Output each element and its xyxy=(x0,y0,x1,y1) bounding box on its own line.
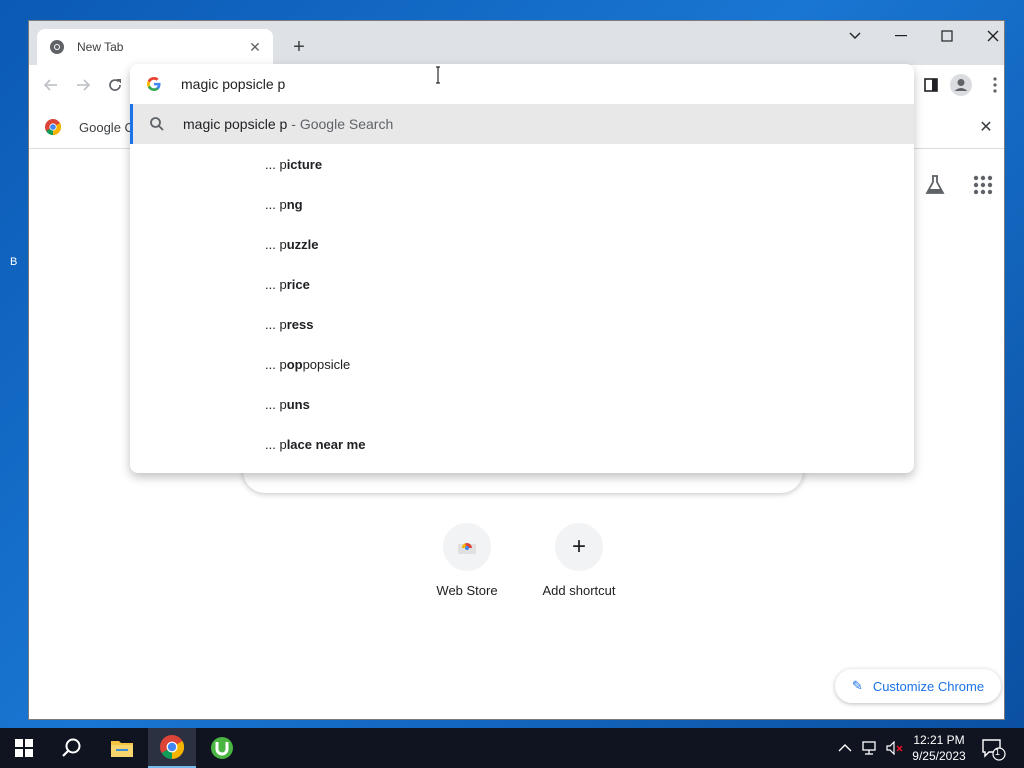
volume-muted-icon[interactable] xyxy=(886,741,904,755)
omnibox-input[interactable] xyxy=(181,76,781,92)
shortcut-web-store[interactable]: Web Store xyxy=(411,523,523,598)
search-icon xyxy=(62,738,81,757)
taskbar: 12:21 PM 9/25/2023 1 xyxy=(0,728,1024,768)
omnibox-dropdown: magic popsicle p - Google Search ... pic… xyxy=(130,64,914,473)
omnibox-input-row xyxy=(130,64,914,104)
omnibox-suggestion[interactable]: ... p ress xyxy=(130,304,914,344)
taskbar-file-explorer[interactable] xyxy=(98,728,146,768)
text-cursor-icon xyxy=(436,66,440,84)
bookmark-label: Google C xyxy=(79,119,134,135)
clock-date: 9/25/2023 xyxy=(912,749,966,763)
add-icon: + xyxy=(555,523,603,571)
search-icon xyxy=(150,117,164,131)
suggestion-completion: ress xyxy=(286,316,314,332)
google-apps-icon[interactable] xyxy=(971,173,995,197)
windows-logo-icon xyxy=(15,739,33,757)
taskbar-utorrent[interactable] xyxy=(198,728,246,768)
close-banner-icon[interactable]: ✕ xyxy=(976,117,996,137)
google-g-icon xyxy=(147,77,161,91)
tab-search-icon[interactable] xyxy=(835,25,875,47)
omnibox-suggestion[interactable]: ... p rice xyxy=(130,264,914,304)
close-window-button[interactable] xyxy=(973,25,1004,47)
suggestion-suffix: - Google Search xyxy=(291,116,394,132)
taskbar-chrome[interactable] xyxy=(148,728,196,768)
side-panel-icon[interactable] xyxy=(919,73,943,97)
customize-label: Customize Chrome xyxy=(872,678,985,694)
tab-strip: New Tab ✕ + xyxy=(29,21,1004,65)
action-center-button[interactable]: 1 xyxy=(980,736,1006,762)
taskbar-clock[interactable]: 12:21 PM 9/25/2023 xyxy=(904,732,974,764)
suggestion-prefix: ... p xyxy=(265,396,287,412)
suggestion-prefix: ... p xyxy=(265,196,287,212)
notification-icon xyxy=(982,739,1006,761)
customize-chrome-button[interactable]: ✎ Customize Chrome xyxy=(835,669,1001,703)
chevron-up-icon[interactable] xyxy=(838,743,852,753)
start-button[interactable] xyxy=(0,728,48,768)
shortcut-label: Add shortcut xyxy=(542,583,616,598)
taskbar-search-button[interactable] xyxy=(48,728,96,768)
omnibox-suggestion-search[interactable]: magic popsicle p - Google Search xyxy=(130,104,914,144)
tab-new-tab[interactable]: New Tab ✕ xyxy=(37,29,273,65)
omnibox-suggestion[interactable]: ... p uns xyxy=(130,384,914,424)
omnibox-suggestion[interactable]: ... p op popsicle xyxy=(130,344,914,384)
suggestion-prefix: ... p xyxy=(265,156,287,172)
tab-title: New Tab xyxy=(77,40,124,54)
minimize-button[interactable] xyxy=(881,25,921,47)
shortcut-add[interactable]: + Add shortcut xyxy=(523,523,635,598)
omnibox-suggestion[interactable]: ... p uzzle xyxy=(130,224,914,264)
suggestion-prefix: ... p xyxy=(265,316,287,332)
forward-button[interactable] xyxy=(71,73,95,97)
suggestion-completion: uns xyxy=(286,396,310,412)
shortcut-label: Web Store xyxy=(436,583,498,598)
omnibox-suggestion[interactable]: ... p icture xyxy=(130,144,914,184)
clock-time: 12:21 PM xyxy=(913,733,965,747)
chrome-logo-icon xyxy=(45,119,61,135)
suggestion-prefix: ... p xyxy=(265,356,287,372)
back-button[interactable] xyxy=(39,73,63,97)
chrome-favicon-icon xyxy=(50,40,64,54)
notification-count: 1 xyxy=(995,747,1001,757)
bookmark-google-chrome[interactable]: Google C xyxy=(45,119,134,135)
suggestion-completion: icture xyxy=(286,156,323,172)
menu-kebab-icon[interactable] xyxy=(983,73,1004,97)
chrome-logo-icon xyxy=(160,735,184,759)
suggestion-completion: lace near me xyxy=(286,436,366,452)
pencil-icon: ✎ xyxy=(851,678,863,693)
suggestion-query: magic popsicle p xyxy=(183,116,288,132)
omnibox-suggestion[interactable]: ... p lace near me xyxy=(130,424,914,464)
suggestion-completion: rice xyxy=(286,276,310,292)
labs-flask-icon[interactable] xyxy=(923,173,947,197)
folder-icon xyxy=(111,741,133,757)
new-tab-button[interactable]: + xyxy=(287,35,311,59)
utorrent-icon xyxy=(211,737,233,759)
suggestion-prefix: ... p xyxy=(265,436,287,452)
reload-button[interactable] xyxy=(103,73,127,97)
tab-close-icon[interactable]: ✕ xyxy=(247,39,263,55)
suggestion-completion: ng xyxy=(286,196,303,212)
suggestion-completion: uzzle xyxy=(286,236,319,252)
maximize-button[interactable] xyxy=(927,25,967,47)
suggestion-completion: op xyxy=(286,356,303,372)
suggestion-rest: popsicle xyxy=(302,356,351,372)
suggestion-prefix: ... p xyxy=(265,236,287,252)
network-icon[interactable] xyxy=(862,741,880,755)
system-tray xyxy=(838,728,904,768)
omnibox-suggestion[interactable]: ... p ng xyxy=(130,184,914,224)
web-store-icon xyxy=(443,523,491,571)
desktop-icon-label: B xyxy=(10,256,18,268)
suggestion-prefix: ... p xyxy=(265,276,287,292)
profile-avatar-icon[interactable] xyxy=(949,73,973,97)
